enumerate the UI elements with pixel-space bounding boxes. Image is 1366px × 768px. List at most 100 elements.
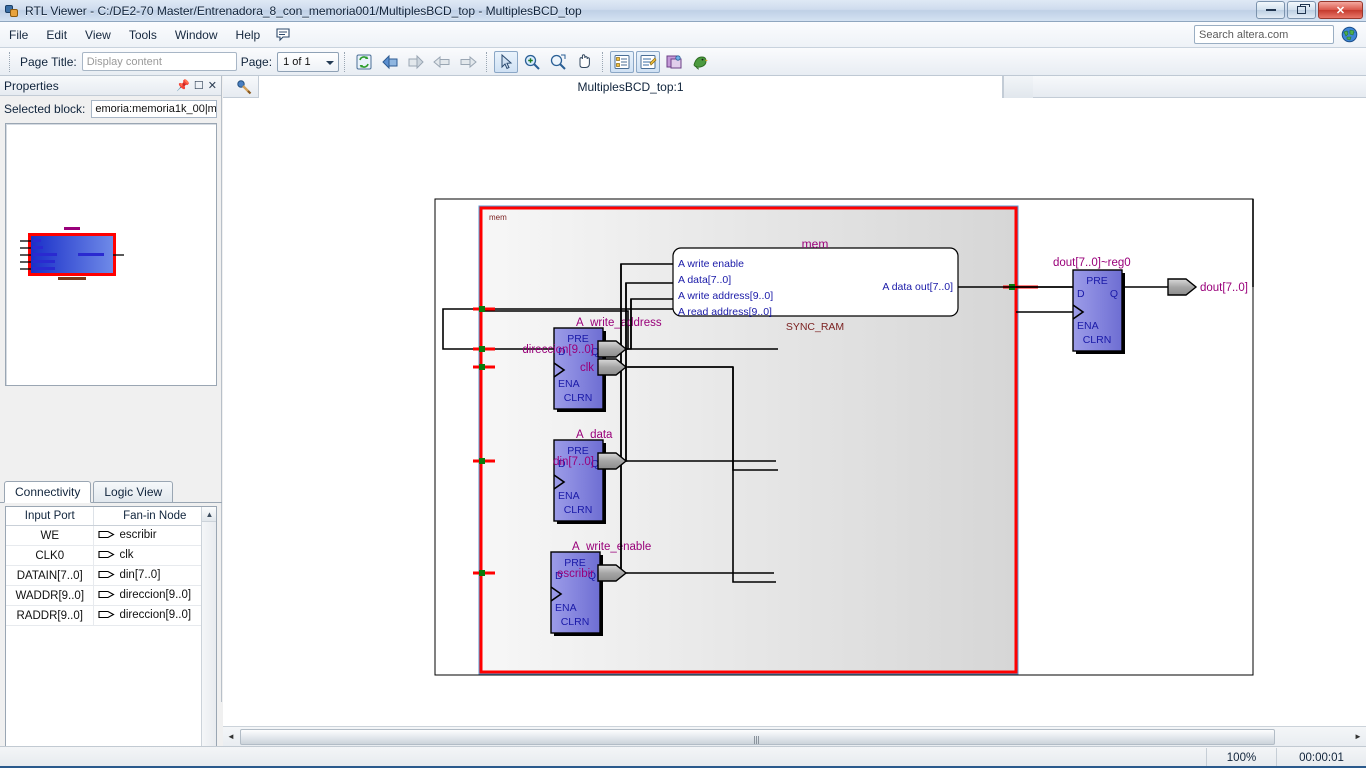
input-port-label-3: escribir — [557, 568, 594, 580]
restore-icon[interactable]: ☐ — [194, 79, 204, 92]
table-header-row: Input Port Fan-in Node — [6, 507, 216, 526]
toolbar: Page Title: Display content Page: 1 of 1 — [0, 48, 1366, 76]
canvas-hscroll-track[interactable] — [239, 729, 1350, 745]
table-row[interactable]: WADDR[9..0] direccion[9..0] — [6, 586, 216, 606]
page-select-value: 1 of 1 — [283, 56, 311, 68]
table-row[interactable]: CLK0 clk — [6, 546, 216, 566]
table-row[interactable]: WE escribir — [6, 526, 216, 546]
block-thumbnail-view[interactable] — [5, 123, 217, 386]
properties-panel-header: Properties 📌 ☐ ✕ — [0, 76, 221, 96]
selected-block-input[interactable]: emoria:memoria1k_00|mem — [91, 100, 217, 118]
connectivity-table: Input Port Fan-in Node WE escribir CLK0 clk… — [5, 506, 217, 768]
prev-page-icon[interactable] — [430, 51, 454, 73]
menu-window[interactable]: Window — [166, 25, 227, 45]
table-row[interactable]: RADDR[9..0]direccion[9..0] — [6, 606, 216, 626]
register-label-2: A_write_enable — [572, 541, 651, 553]
ram-title: mem — [802, 237, 829, 251]
fan-in-node-label: clk — [119, 549, 133, 561]
cell-input-port: WADDR[9..0] — [6, 586, 94, 606]
scroll-up-icon[interactable]: ▲ — [202, 507, 217, 522]
close-icon[interactable]: ✕ — [208, 79, 217, 92]
pin-icon — [98, 530, 115, 542]
fan-in-node-label: escribir — [119, 529, 156, 541]
back-icon[interactable] — [378, 51, 402, 73]
bird-icon[interactable] — [688, 51, 712, 73]
pin-icon[interactable]: 📌 — [176, 79, 190, 92]
svg-text:ENA: ENA — [558, 490, 580, 502]
minimize-button[interactable] — [1256, 1, 1285, 19]
note-icon[interactable] — [275, 27, 293, 43]
refresh-icon[interactable] — [352, 51, 376, 73]
pin-icon — [98, 570, 115, 582]
connectivity-scrollbar[interactable]: ▲ ▼ — [201, 507, 216, 768]
canvas-hscroll-left-arrow[interactable]: ◄ — [223, 728, 239, 745]
menu-file[interactable]: File — [0, 25, 37, 45]
cell-input-port: CLK0 — [6, 546, 94, 566]
page-select[interactable]: 1 of 1 — [277, 52, 339, 72]
menu-view[interactable]: View — [76, 25, 120, 45]
fan-in-node-label: direccion[9..0] — [119, 589, 191, 601]
hand-tool-icon[interactable] — [572, 51, 596, 73]
register-block-2: PRE D Q ENA CLRN — [551, 552, 603, 636]
input-port-label-2: din[7..0] — [553, 456, 594, 468]
svg-text:ENA: ENA — [555, 602, 577, 614]
schematic-diagram: mem mem SYNC_RAM A write enable A data[7… — [223, 98, 1366, 726]
properties-panel: Properties 📌 ☐ ✕ Selected block: emoria:… — [0, 76, 222, 702]
zoom-out-icon[interactable] — [546, 51, 570, 73]
canvas-tab[interactable]: MultiplesBCD_top:1 — [258, 76, 1003, 98]
netlist-navigator-icon[interactable] — [610, 51, 634, 73]
cell-input-port: WE — [6, 526, 94, 546]
canvas-tab-label: MultiplesBCD_top:1 — [577, 80, 683, 94]
rtl-schematic-canvas[interactable]: mem mem SYNC_RAM A write enable A data[7… — [223, 98, 1366, 726]
ram-input-3: A read address[9..0] — [678, 306, 772, 318]
app-icon — [4, 3, 20, 19]
zoom-in-icon[interactable] — [520, 51, 544, 73]
find-icon[interactable] — [662, 51, 686, 73]
globe-icon[interactable] — [1341, 26, 1358, 43]
ram-type: SYNC_RAM — [786, 321, 844, 333]
menu-bar: File Edit View Tools Window Help Search … — [0, 22, 1366, 48]
status-bar: 100% 00:00:01 — [0, 746, 1366, 768]
forward-icon[interactable] — [404, 51, 428, 73]
canvas-hscrollbar[interactable]: ◄ ► — [223, 726, 1366, 746]
search-input[interactable]: Search altera.com — [1194, 25, 1334, 44]
select-tool-icon[interactable] — [494, 51, 518, 73]
toolbar-separator-4 — [602, 52, 604, 72]
restore-button[interactable] — [1287, 1, 1316, 19]
thumbnail-diagram — [6, 124, 216, 385]
window-title: RTL Viewer - C:/DE2-70 Master/Entrenador… — [25, 4, 582, 18]
menu-help[interactable]: Help — [227, 25, 270, 45]
toolbar-separator — [9, 52, 11, 72]
properties-panel-title: Properties — [4, 79, 59, 93]
table-row[interactable]: DATAIN[7..0] din[7..0] — [6, 566, 216, 586]
canvas-hscroll-right-arrow[interactable]: ► — [1350, 728, 1366, 745]
page-title-input[interactable]: Display content — [82, 52, 237, 71]
cell-input-port: DATAIN[7..0] — [6, 566, 94, 586]
properties-icon[interactable] — [636, 51, 660, 73]
ram-input-1: A data[7..0] — [678, 274, 731, 286]
ram-output-0: A data out[7..0] — [882, 281, 953, 293]
scroll-grip-icon — [754, 733, 761, 741]
status-elapsed-time: 00:00:01 — [1276, 748, 1366, 768]
schematic-icon — [235, 79, 253, 95]
svg-text:Q: Q — [1110, 288, 1118, 300]
next-page-icon[interactable] — [456, 51, 480, 73]
panel-view-tabs: Connectivity Logic View — [0, 481, 222, 503]
selected-block-row: Selected block: emoria:memoria1k_00|mem — [0, 98, 221, 120]
fan-in-node-label: din[7..0] — [119, 569, 160, 581]
canvas-tab-bar: MultiplesBCD_top:1 — [223, 76, 1366, 98]
menu-edit[interactable]: Edit — [37, 25, 76, 45]
input-port-label-1: clk — [580, 362, 594, 374]
rtl-viewer-window: RTL Viewer - C:/DE2-70 Master/Entrenador… — [0, 0, 1366, 768]
input-port-din: din[7..0] — [553, 453, 626, 469]
window-controls: ✕ — [1256, 1, 1363, 19]
canvas-hscroll-thumb[interactable] — [240, 729, 1275, 745]
column-input-port: Input Port — [6, 507, 94, 526]
cell-fan-in-node: direccion[9..0] — [94, 586, 216, 606]
cell-fan-in-node: escribir — [94, 526, 216, 546]
menu-tools[interactable]: Tools — [120, 25, 166, 45]
tab-connectivity[interactable]: Connectivity — [4, 481, 91, 503]
close-button[interactable]: ✕ — [1318, 1, 1363, 19]
tab-logic-view[interactable]: Logic View — [93, 481, 173, 502]
svg-text:D: D — [1077, 288, 1085, 300]
